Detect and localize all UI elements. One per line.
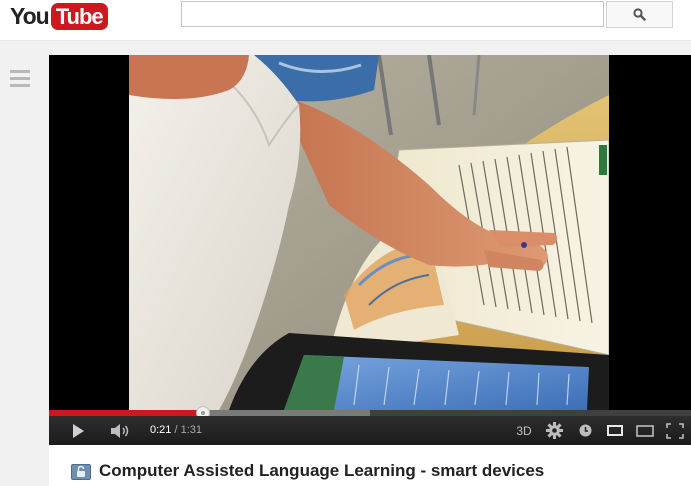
masthead: You Tube: [0, 0, 691, 41]
small-player-button[interactable]: [602, 416, 628, 445]
time-separator: /: [174, 424, 178, 436]
video-title: Computer Assisted Language Learning - sm…: [99, 461, 545, 480]
guide-bar: [10, 77, 30, 80]
search-input[interactable]: [181, 1, 604, 27]
search-icon: [633, 8, 646, 21]
play-icon: [73, 423, 84, 438]
volume-button[interactable]: [107, 416, 135, 445]
small-player-icon: [607, 425, 623, 436]
large-player-icon: [636, 424, 654, 437]
time-display: 0:21 / 1:31: [150, 416, 202, 445]
duration: 1:31: [180, 424, 203, 436]
watch-headline: Computer Assisted Language Learning - sm…: [49, 445, 691, 486]
search-button[interactable]: [606, 1, 673, 28]
fullscreen-button[interactable]: [662, 416, 688, 445]
settings-button[interactable]: [543, 416, 565, 445]
guide-bar: [10, 84, 30, 87]
video-player[interactable]: 0:21 / 1:31 3D: [49, 55, 691, 445]
gear-icon: [545, 422, 563, 439]
volume-icon: [111, 423, 129, 438]
3d-label: 3D: [516, 423, 532, 438]
youtube-logo[interactable]: You Tube: [10, 2, 108, 30]
logo-you-text: You: [10, 2, 50, 29]
play-button[interactable]: [63, 416, 93, 445]
current-time: 0:21: [150, 424, 172, 436]
fullscreen-icon: [666, 422, 684, 439]
guide-menu-button[interactable]: [10, 70, 30, 92]
logo-tube-text: Tube: [50, 2, 108, 30]
watch-later-button[interactable]: [574, 416, 596, 445]
large-player-button[interactable]: [632, 416, 658, 445]
guide-bar: [10, 70, 30, 73]
video-frame[interactable]: [129, 55, 609, 410]
control-bar: 0:21 / 1:31 3D: [49, 416, 691, 445]
unlisted-lock-icon: [71, 464, 91, 480]
video-frame-image: [129, 55, 609, 410]
clock-icon: [579, 424, 591, 437]
3d-button[interactable]: 3D: [512, 416, 536, 445]
